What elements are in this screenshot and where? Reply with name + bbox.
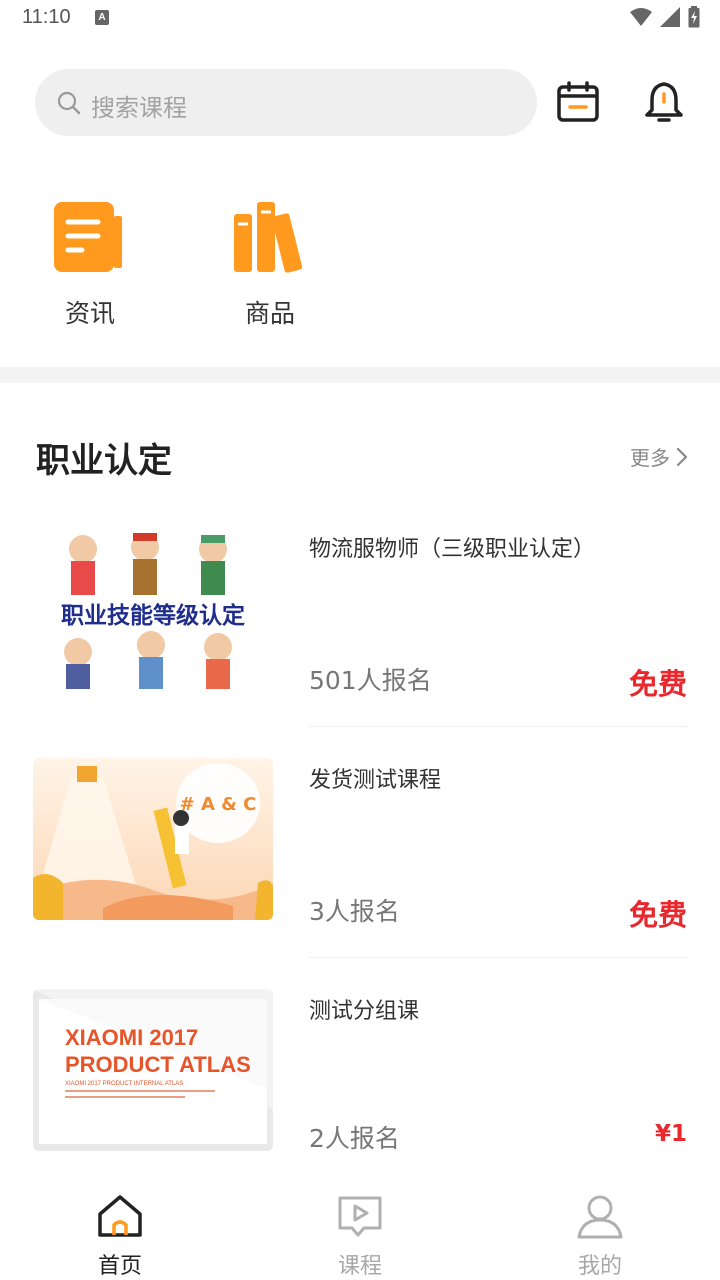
more-link[interactable]: 更多 (630, 442, 688, 471)
quick-link-label: 商品 (244, 299, 295, 328)
tab-home[interactable]: 首页 (60, 1180, 180, 1280)
course-item[interactable]: # A & C 发货测试课程 3人报名 免费 (0, 758, 720, 958)
tab-courses[interactable]: 课程 (300, 1180, 420, 1280)
quick-link-label: 资讯 (64, 299, 115, 328)
user-icon (577, 1195, 623, 1239)
course-item[interactable]: XIAOMI 2017 PRODUCT ATLAS XIAOMI 2017 PR… (0, 989, 720, 1189)
tab-profile[interactable]: 我的 (540, 1180, 660, 1280)
status-time: 11:10 (22, 6, 71, 28)
tab-label: 课程 (337, 1254, 382, 1279)
career-cartoon-image: 职业技能等级认定 (33, 527, 273, 689)
news-doc-icon (54, 202, 122, 272)
quick-link-products[interactable]: 商品 (215, 200, 325, 330)
course-price: 免费 (628, 898, 687, 932)
books-icon (234, 202, 303, 273)
tab-label: 首页 (97, 1254, 142, 1279)
thumb-subtitle: XIAOMI 2017 PRODUCT INTERNAL ATLAS (65, 1081, 183, 1087)
course-enrolled: 3人报名 (309, 897, 400, 926)
course-price: ¥1 (654, 1121, 687, 1147)
wifi-icon (630, 8, 652, 26)
course-item[interactable]: 职业技能等级认定 物流服物师（三级职业认定） 501人报名 免费 (0, 527, 720, 727)
calendar-icon[interactable] (556, 80, 600, 124)
row-separator (309, 726, 687, 727)
section-divider (0, 367, 720, 383)
bottom-tab-bar: 首页 课程 我的 (0, 1180, 720, 1280)
study-illustration-image: # A & C (33, 758, 273, 920)
course-thumbnail: XIAOMI 2017 PRODUCT ATLAS XIAOMI 2017 PR… (33, 989, 273, 1151)
course-title: 发货测试课程 (309, 768, 442, 793)
chevron-right-icon (676, 447, 688, 466)
status-bar: 11:10 A (0, 0, 720, 36)
thumb-text: 职业技能等级认定 (61, 602, 245, 629)
course-price: 免费 (628, 667, 687, 701)
signal-icon (660, 7, 680, 27)
course-title: 物流服物师（三级职业认定） (309, 537, 596, 562)
course-title: 测试分组课 (309, 999, 420, 1024)
status-icons (630, 6, 700, 28)
battery-icon (688, 6, 700, 28)
thumb-title-line2: PRODUCT ATLAS (65, 1052, 251, 1077)
course-enrolled: 501人报名 (309, 666, 432, 695)
course-enrolled: 2人报名 (309, 1124, 400, 1153)
thumb-text: # A & C (180, 794, 257, 815)
thumb-title-line1: XIAOMI 2017 (65, 1025, 198, 1050)
notification-a-icon: A (95, 10, 109, 25)
quick-link-news[interactable]: 资讯 (35, 200, 145, 330)
search-icon (57, 91, 81, 115)
row-separator (309, 957, 687, 958)
course-thumbnail: # A & C (33, 758, 273, 920)
bell-icon[interactable] (642, 80, 686, 124)
video-play-icon (338, 1196, 382, 1237)
search-placeholder: 搜索课程 (91, 94, 187, 122)
tab-label: 我的 (577, 1254, 622, 1279)
more-label: 更多 (630, 446, 670, 470)
xiaomi-atlas-image: XIAOMI 2017 PRODUCT ATLAS XIAOMI 2017 PR… (33, 989, 273, 1151)
search-bar[interactable]: 搜索课程 (35, 69, 537, 136)
home-icon (98, 1195, 142, 1237)
section-title: 职业认定 (36, 441, 172, 481)
course-thumbnail: 职业技能等级认定 (33, 527, 273, 689)
